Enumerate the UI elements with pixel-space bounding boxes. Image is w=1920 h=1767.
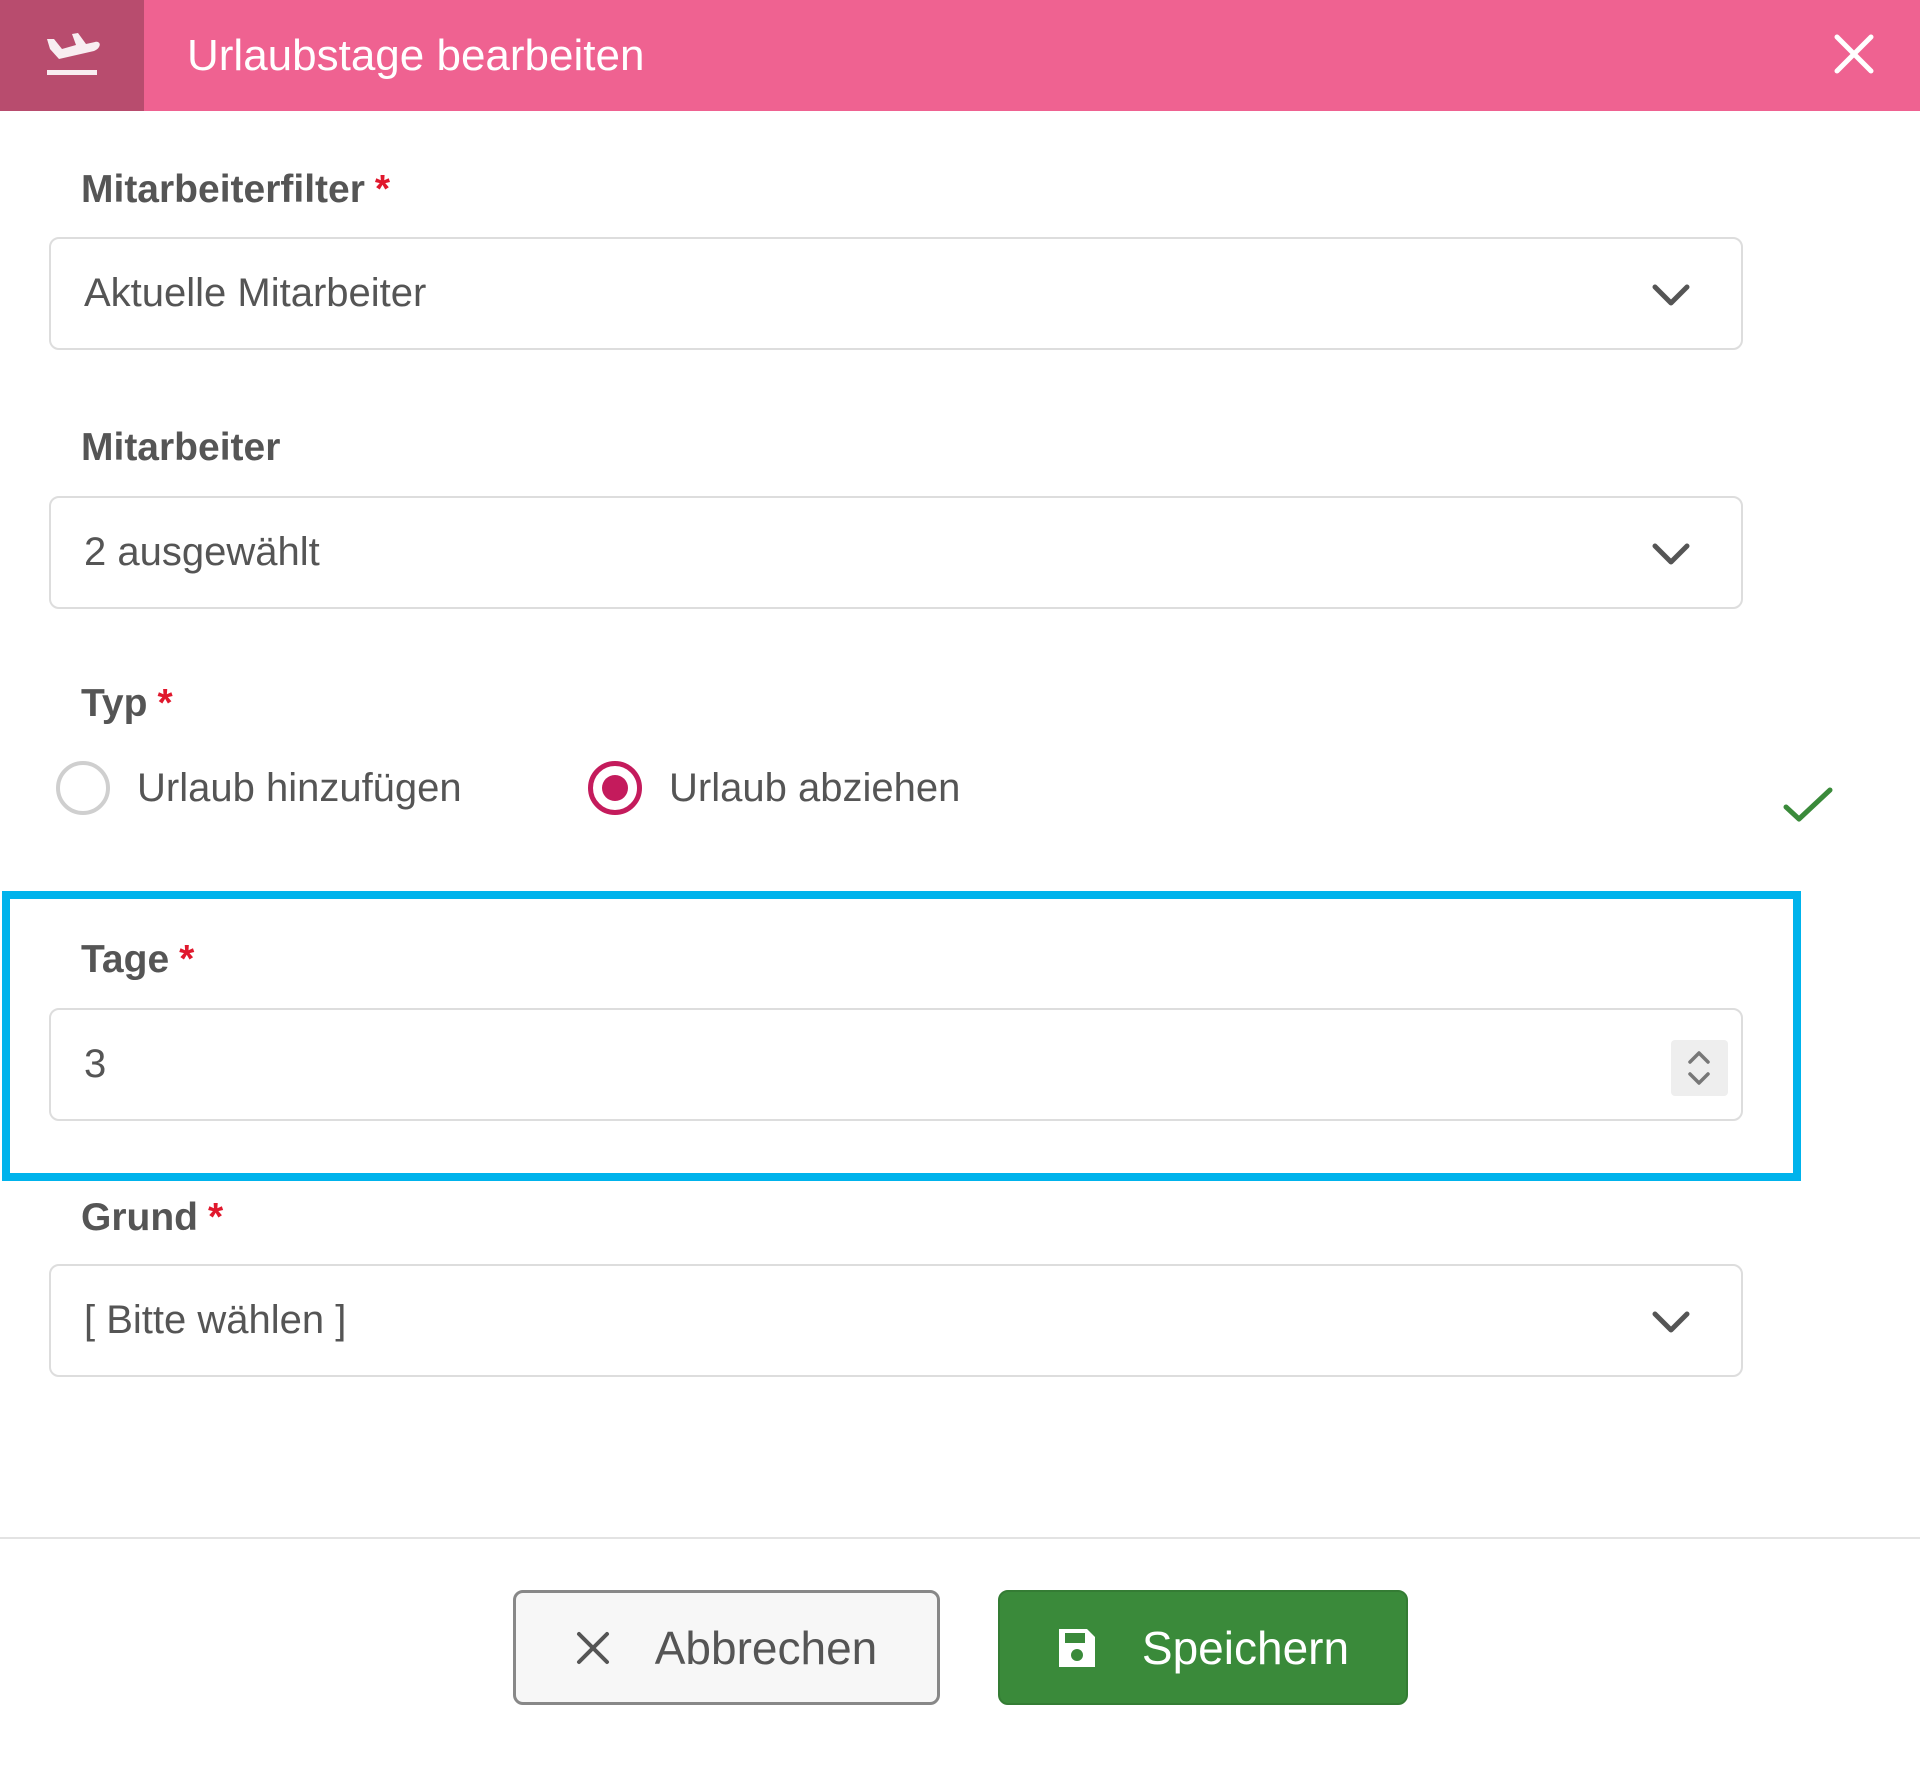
type-label: Typ * [81,682,173,726]
radio-checked-icon [588,761,642,815]
edit-vacation-days-dialog: Urlaubstage bearbeiten Mitarbeiterfilter… [0,0,1920,1767]
required-marker: * [179,938,195,981]
type-label-text: Typ [81,682,148,725]
checkmark-icon [1782,785,1834,825]
flight-takeoff-icon [41,27,103,84]
employees-select[interactable]: 2 ausgewählt [49,496,1743,609]
employee-filter-label-text: Mitarbeiterfilter [81,168,365,211]
required-marker: * [374,168,391,211]
close-icon [576,1631,610,1665]
days-number-input[interactable]: 3 [49,1008,1743,1121]
spinner-arrows-icon [1688,1051,1710,1085]
employee-filter-label: Mitarbeiterfilter * [81,168,390,212]
radio-subtract-vacation-label: Urlaub abziehen [669,765,961,810]
required-marker: * [207,1196,224,1239]
save-button[interactable]: Speichern [998,1590,1408,1705]
chevron-down-icon [1649,1300,1693,1344]
close-icon [1834,34,1874,79]
cancel-button[interactable]: Abbrechen [513,1590,940,1705]
employee-filter-select[interactable]: Aktuelle Mitarbeiter [49,237,1743,350]
chevron-down-icon [1649,273,1693,317]
floppy-disk-icon [1057,1627,1097,1669]
employee-filter-value: Aktuelle Mitarbeiter [84,271,427,315]
required-marker: * [157,682,173,725]
radio-add-vacation-label: Urlaub hinzufügen [137,765,462,810]
cancel-button-label: Abbrechen [654,1621,878,1674]
number-spinner[interactable] [1671,1040,1728,1096]
footer-divider [0,1537,1920,1539]
save-button-label: Speichern [1141,1621,1350,1674]
reason-select[interactable]: [ Bitte wählen ] [49,1264,1743,1377]
reason-label-text: Grund [81,1196,198,1239]
type-radio-group: Urlaub hinzufügen Urlaub abziehen [0,758,1920,818]
dialog-title: Urlaubstage bearbeiten [187,31,645,80]
header-icon-box [0,0,144,111]
radio-unchecked-icon [56,761,110,815]
radio-subtract-vacation[interactable]: Urlaub abziehen [588,758,960,818]
dialog-header: Urlaubstage bearbeiten [0,0,1920,111]
employees-value: 2 ausgewählt [84,530,320,574]
days-label: Tage * [81,938,194,982]
radio-add-vacation[interactable]: Urlaub hinzufügen [56,758,462,818]
employees-label: Mitarbeiter [81,426,281,469]
days-label-text: Tage [81,938,170,981]
reason-label: Grund * [81,1196,223,1240]
reason-value: [ Bitte wählen ] [84,1298,347,1342]
close-button[interactable] [1826,28,1882,84]
chevron-down-icon [1649,532,1693,576]
days-value: 3 [84,1042,107,1086]
